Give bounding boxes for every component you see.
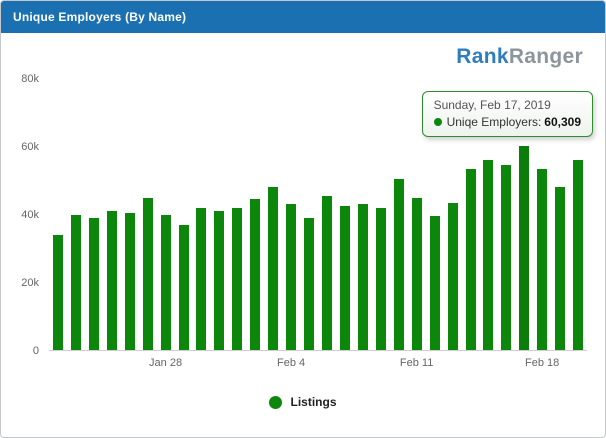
- bar[interactable]: [232, 208, 242, 350]
- legend[interactable]: Listings: [1, 395, 605, 409]
- bar[interactable]: [555, 187, 565, 350]
- bar[interactable]: [179, 225, 189, 350]
- bar[interactable]: [448, 203, 458, 350]
- bar[interactable]: [430, 216, 440, 350]
- x-axis: Jan 28 Feb 4 Feb 11 Feb 18: [49, 351, 587, 373]
- bar-slot: [246, 79, 264, 350]
- tooltip-label: Uniqe Employers:: [447, 115, 542, 129]
- bar-slot: [282, 79, 300, 350]
- bar[interactable]: [268, 187, 278, 350]
- bar-slot: [121, 79, 139, 350]
- x-axis-tick-label: Feb 4: [277, 357, 305, 369]
- bar[interactable]: [125, 213, 135, 350]
- tooltip-value: 60,309: [544, 115, 581, 129]
- bar-slot: [175, 79, 193, 350]
- x-axis-tick-label: Feb 11: [400, 357, 433, 369]
- bar[interactable]: [161, 215, 171, 351]
- bar[interactable]: [483, 160, 493, 350]
- bar[interactable]: [340, 206, 350, 350]
- bar[interactable]: [107, 211, 117, 350]
- logo-ranger-text: Ranger: [509, 45, 583, 68]
- x-axis-tick-label: Jan 28: [149, 357, 182, 369]
- y-axis-tick-label: 80k: [21, 73, 39, 85]
- bar-slot: [390, 79, 408, 350]
- bar-slot: [157, 79, 175, 350]
- bar[interactable]: [71, 215, 81, 351]
- bar[interactable]: [501, 165, 511, 350]
- bar[interactable]: [573, 160, 583, 350]
- bar[interactable]: [214, 211, 224, 350]
- bar-slot: [139, 79, 157, 350]
- x-axis-tick-label: Feb 18: [525, 357, 559, 369]
- bar[interactable]: [143, 198, 153, 350]
- bar[interactable]: [53, 235, 63, 350]
- rankranger-logo: RankRanger: [456, 45, 583, 69]
- bar[interactable]: [358, 204, 368, 350]
- logo-rank-text: Rank: [456, 45, 509, 68]
- bar-slot: [85, 79, 103, 350]
- bar-slot: [300, 79, 318, 350]
- bar[interactable]: [322, 196, 332, 350]
- bar-slot: [49, 79, 67, 350]
- bar-slot: [372, 79, 390, 350]
- bar[interactable]: [196, 208, 206, 350]
- bar-slot: [210, 79, 228, 350]
- panel-title: Unique Employers (By Name): [1, 1, 605, 33]
- y-axis-tick-label: 20k: [21, 277, 39, 289]
- bar-slot: [67, 79, 85, 350]
- bar[interactable]: [304, 218, 314, 350]
- legend-dot-icon: [269, 396, 282, 409]
- y-axis-tick-label: 40k: [21, 209, 39, 221]
- legend-label: Listings: [290, 395, 336, 409]
- bar-highlighted[interactable]: [519, 146, 529, 350]
- chart-panel: Unique Employers (By Name) RankRanger 02…: [0, 0, 606, 438]
- bar-slot: [354, 79, 372, 350]
- bar-slot: [264, 79, 282, 350]
- y-axis: 020k40k60k80k: [7, 79, 49, 351]
- bar[interactable]: [412, 198, 422, 350]
- y-axis-tick-label: 60k: [21, 141, 39, 153]
- bar[interactable]: [286, 204, 296, 350]
- bar[interactable]: [394, 179, 404, 350]
- y-axis-tick-label: 0: [33, 345, 39, 357]
- bar-slot: [336, 79, 354, 350]
- bar-slot: [193, 79, 211, 350]
- bar[interactable]: [250, 199, 260, 350]
- tooltip: Sunday, Feb 17, 2019 Uniqe Employers:60,…: [422, 91, 593, 137]
- tooltip-date: Sunday, Feb 17, 2019: [434, 98, 581, 112]
- bar[interactable]: [89, 218, 99, 350]
- tooltip-row: Uniqe Employers:60,309: [434, 115, 581, 129]
- bar[interactable]: [376, 208, 386, 350]
- bar-slot: [228, 79, 246, 350]
- bar-slot: [103, 79, 121, 350]
- bar[interactable]: [466, 169, 476, 350]
- series-dot-icon: [434, 118, 442, 126]
- chart-area: 020k40k60k80k Sunday, Feb 17, 2019 Uniqe…: [49, 79, 587, 351]
- bar-slot: [318, 79, 336, 350]
- bar[interactable]: [537, 169, 547, 350]
